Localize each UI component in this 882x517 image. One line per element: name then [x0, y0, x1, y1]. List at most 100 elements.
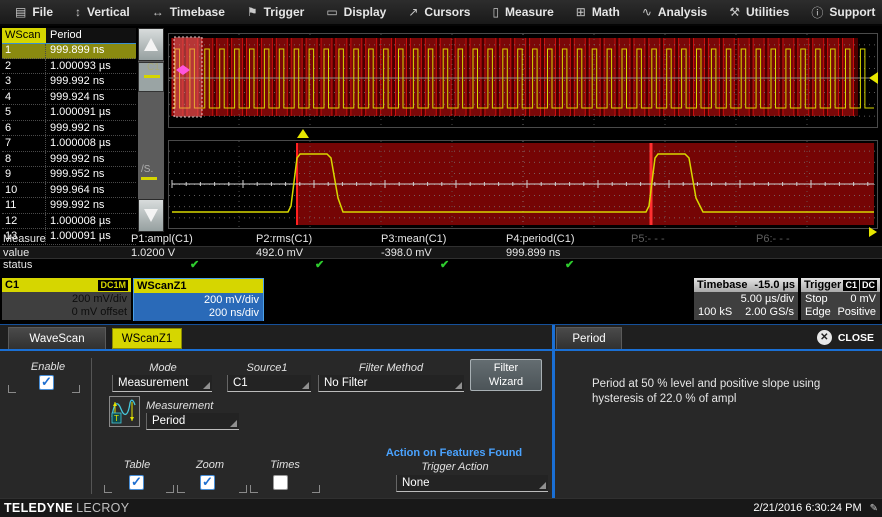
measurement-label: Measurement — [146, 400, 236, 412]
row-index: 8 — [2, 152, 46, 167]
menu-item-utilities[interactable]: ⚒Utilities — [718, 0, 800, 24]
waveform-display-zoom[interactable] — [168, 140, 878, 229]
scroll-down-button[interactable] — [138, 199, 164, 232]
menu-label-math: Math — [592, 5, 620, 19]
tab-wscanz1[interactable]: WScanZ1 — [112, 328, 182, 349]
filter-method-dropdown[interactable]: No Filter — [318, 375, 464, 392]
clock-datetime: 2/21/2016 6:30:24 PM — [753, 502, 861, 514]
menu-label-analysis: Analysis — [658, 5, 707, 19]
times-checkbox-label: Times — [264, 459, 306, 471]
timebase-descriptor[interactable]: Timebase -15.0 µs 5.00 µs/div 100 kS 2.0… — [694, 278, 798, 321]
table-row[interactable]: 9999.952 ns — [2, 167, 136, 183]
brand-lecroy: LECROY — [76, 501, 129, 515]
description-line2: hysteresis of 22.0 % of ampl — [592, 392, 842, 407]
group-bracket — [177, 485, 185, 493]
menu-item-file[interactable]: ▤File — [4, 0, 64, 24]
measure-p6-header[interactable]: P6:- - - — [753, 233, 882, 246]
oscilloscope-app: ▤File ↕Vertical ↔Timebase ⚑Trigger ▭ Disp… — [0, 0, 882, 517]
table-row[interactable]: 8999.992 ns — [2, 152, 136, 168]
menu-item-cursors[interactable]: ↗Cursors — [397, 0, 481, 24]
filter-method-label: Filter Method — [318, 362, 464, 374]
table-row[interactable]: 10999.964 ns — [2, 183, 136, 199]
table-row[interactable]: 21.000093 µs — [2, 59, 136, 75]
measure-p4-header[interactable]: P4:period(C1) — [503, 233, 628, 246]
measure-p2-header[interactable]: P2:rms(C1) — [253, 233, 378, 246]
enable-checkbox[interactable] — [39, 375, 54, 390]
row-period-value: 1.000091 µs — [46, 105, 136, 120]
row-index: 10 — [2, 183, 46, 198]
trigger-level-marker[interactable] — [869, 72, 878, 84]
mode-dropdown[interactable]: Measurement — [112, 375, 212, 392]
menu-item-trigger[interactable]: ⚑Trigger — [236, 0, 315, 24]
wscanz1-descriptor[interactable]: WScanZ1 200 mV/div 200 ns/div — [133, 278, 264, 321]
menu-item-vertical[interactable]: ↕Vertical — [64, 0, 141, 24]
menu-item-support[interactable]: ⓘSupport — [800, 0, 882, 24]
row-index: 5 — [2, 105, 46, 120]
row-period-value: 999.992 ns — [46, 121, 136, 136]
wavescan-dialog: WaveScan WScanZ1 Period ✕ CLOSE Enable M… — [0, 324, 882, 498]
group-bracket — [8, 385, 16, 393]
channel-c1-descriptor[interactable]: C1 DC1M 200 mV/div 0 mV offset — [2, 278, 131, 321]
zoom-checkbox[interactable] — [200, 475, 215, 490]
measure-p3-header[interactable]: P3:mean(C1) — [378, 233, 503, 246]
table-checkbox[interactable] — [129, 475, 144, 490]
table-row[interactable]: 11999.992 ns — [2, 198, 136, 214]
support-icon: ⓘ — [811, 4, 823, 21]
table-header-row: WScan Period — [2, 28, 136, 43]
trigger-position-marker[interactable] — [297, 129, 309, 138]
zoom-trace-label[interactable]: /S. — [141, 164, 153, 175]
table-row[interactable]: 1999.899 ns — [2, 43, 136, 59]
trigger-descriptor[interactable]: Trigger C1 DC Stop 0 mV Edge Positive — [801, 278, 880, 321]
table-row[interactable]: 4999.924 ns — [2, 90, 136, 106]
filter-wizard-line1: Filter — [471, 361, 541, 375]
table-row[interactable]: 121.000008 µs — [2, 214, 136, 230]
trigger-coupling-badge: DC — [860, 280, 877, 291]
menu-label-utilities: Utilities — [746, 5, 789, 19]
trigger-slope: Positive — [837, 306, 876, 319]
waveform-display-main[interactable] — [168, 33, 878, 128]
wscanz1-title: WScanZ1 — [137, 279, 187, 293]
filter-wizard-button[interactable]: Filter Wizard — [470, 359, 542, 391]
row-index: 12 — [2, 214, 46, 229]
row-period-value: 1.000008 µs — [46, 214, 136, 229]
menu-item-timebase[interactable]: ↔Timebase — [141, 0, 236, 24]
table-row[interactable]: 6999.992 ns — [2, 121, 136, 137]
measure-p5-header[interactable]: P5:- - - — [628, 233, 753, 246]
vertical-icon: ↕ — [75, 5, 81, 19]
menu-item-analysis[interactable]: ∿Analysis — [631, 0, 718, 24]
close-button[interactable]: ✕ CLOSE — [817, 330, 874, 345]
source1-dropdown[interactable]: C1 — [227, 375, 311, 392]
scroll-up-button[interactable] — [138, 28, 164, 61]
trigger-action-label: Trigger Action — [390, 461, 520, 473]
table-row[interactable]: 71.000008 µs — [2, 136, 136, 152]
row-period-value: 999.952 ns — [46, 167, 136, 182]
menu-item-display[interactable]: ▭ Display — [315, 0, 397, 24]
row-period-value: 1.000008 µs — [46, 136, 136, 151]
group-bracket — [104, 485, 112, 493]
display-icon: ▭ — [326, 5, 337, 19]
menu-item-measure[interactable]: ▯Measure — [481, 0, 564, 24]
table-scrollbar[interactable] — [138, 28, 164, 232]
measurement-type-button[interactable]: T — [109, 396, 140, 427]
col-header-period[interactable]: Period — [46, 28, 136, 43]
timebase-sample-rate: 2.00 GS/s — [745, 306, 794, 319]
measurement-dropdown[interactable]: Period — [146, 413, 239, 430]
menu-label-measure: Measure — [505, 5, 554, 19]
table-row[interactable]: 51.000091 µs — [2, 105, 136, 121]
tab-period[interactable]: Period — [556, 327, 622, 349]
times-checkbox[interactable] — [273, 475, 288, 490]
channel-c1-trace-label[interactable]: C1 — [147, 62, 160, 73]
menu-label-display: Display — [344, 5, 387, 19]
measure-p3-status-check: ✔ — [378, 259, 503, 272]
mode-label: Mode — [113, 362, 213, 374]
menu-item-math[interactable]: ⊞Math — [565, 0, 631, 24]
trigger-action-dropdown[interactable]: None — [396, 475, 548, 492]
col-header-wscan[interactable]: WScan — [2, 28, 46, 43]
measure-value-row: value 1.0200 V 492.0 mV -398.0 mV 999.89… — [0, 246, 882, 259]
tab-wavescan[interactable]: WaveScan — [8, 327, 106, 349]
close-label: CLOSE — [838, 332, 874, 344]
measure-p1-header[interactable]: P1:ampl(C1) — [128, 233, 253, 246]
table-row[interactable]: 3999.992 ns — [2, 74, 136, 90]
row-period-value: 999.899 ns — [46, 44, 136, 58]
file-icon: ▤ — [15, 5, 26, 19]
